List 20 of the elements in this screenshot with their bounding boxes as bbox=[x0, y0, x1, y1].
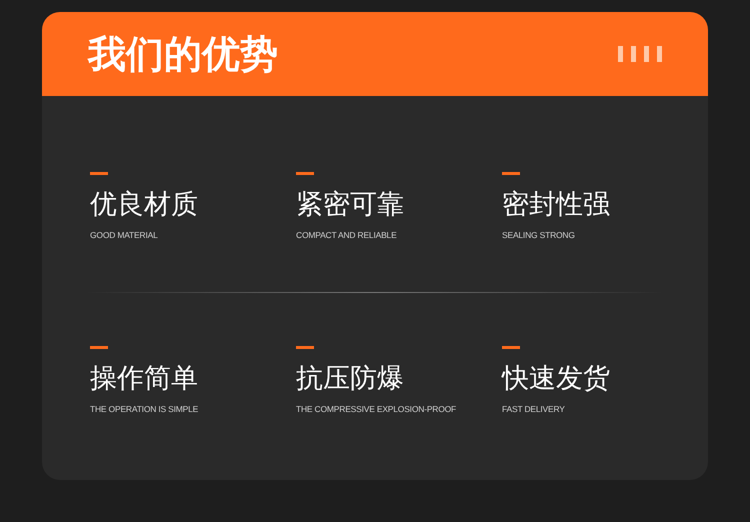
feature-subtitle: THE OPERATION IS SIMPLE bbox=[90, 405, 198, 414]
feature-subtitle: COMPACT AND RELIABLE bbox=[296, 231, 397, 240]
feature-subtitle: FAST DELIVERY bbox=[502, 405, 565, 414]
feature-title: 快速发货 bbox=[502, 365, 610, 392]
feature-title: 密封性强 bbox=[502, 191, 610, 218]
feature-title: 优良材质 bbox=[90, 191, 198, 218]
section-title: 我们的优势 bbox=[88, 35, 278, 73]
feature-subtitle: GOOD MATERIAL bbox=[90, 231, 158, 240]
accent-dash bbox=[90, 346, 108, 349]
accent-dash bbox=[90, 172, 108, 175]
accent-dash bbox=[296, 172, 314, 175]
bars-icon bbox=[618, 46, 662, 62]
accent-dash bbox=[502, 346, 520, 349]
accent-dash bbox=[502, 172, 520, 175]
accent-dash bbox=[296, 346, 314, 349]
feature-subtitle: SEALING STRONG bbox=[502, 231, 575, 240]
feature-title: 操作简单 bbox=[90, 365, 198, 392]
feature-title: 紧密可靠 bbox=[296, 191, 404, 218]
feature-subtitle: THE COMPRESSIVE EXPLOSION-PROOF bbox=[296, 405, 456, 414]
feature-title: 抗压防爆 bbox=[296, 365, 404, 392]
